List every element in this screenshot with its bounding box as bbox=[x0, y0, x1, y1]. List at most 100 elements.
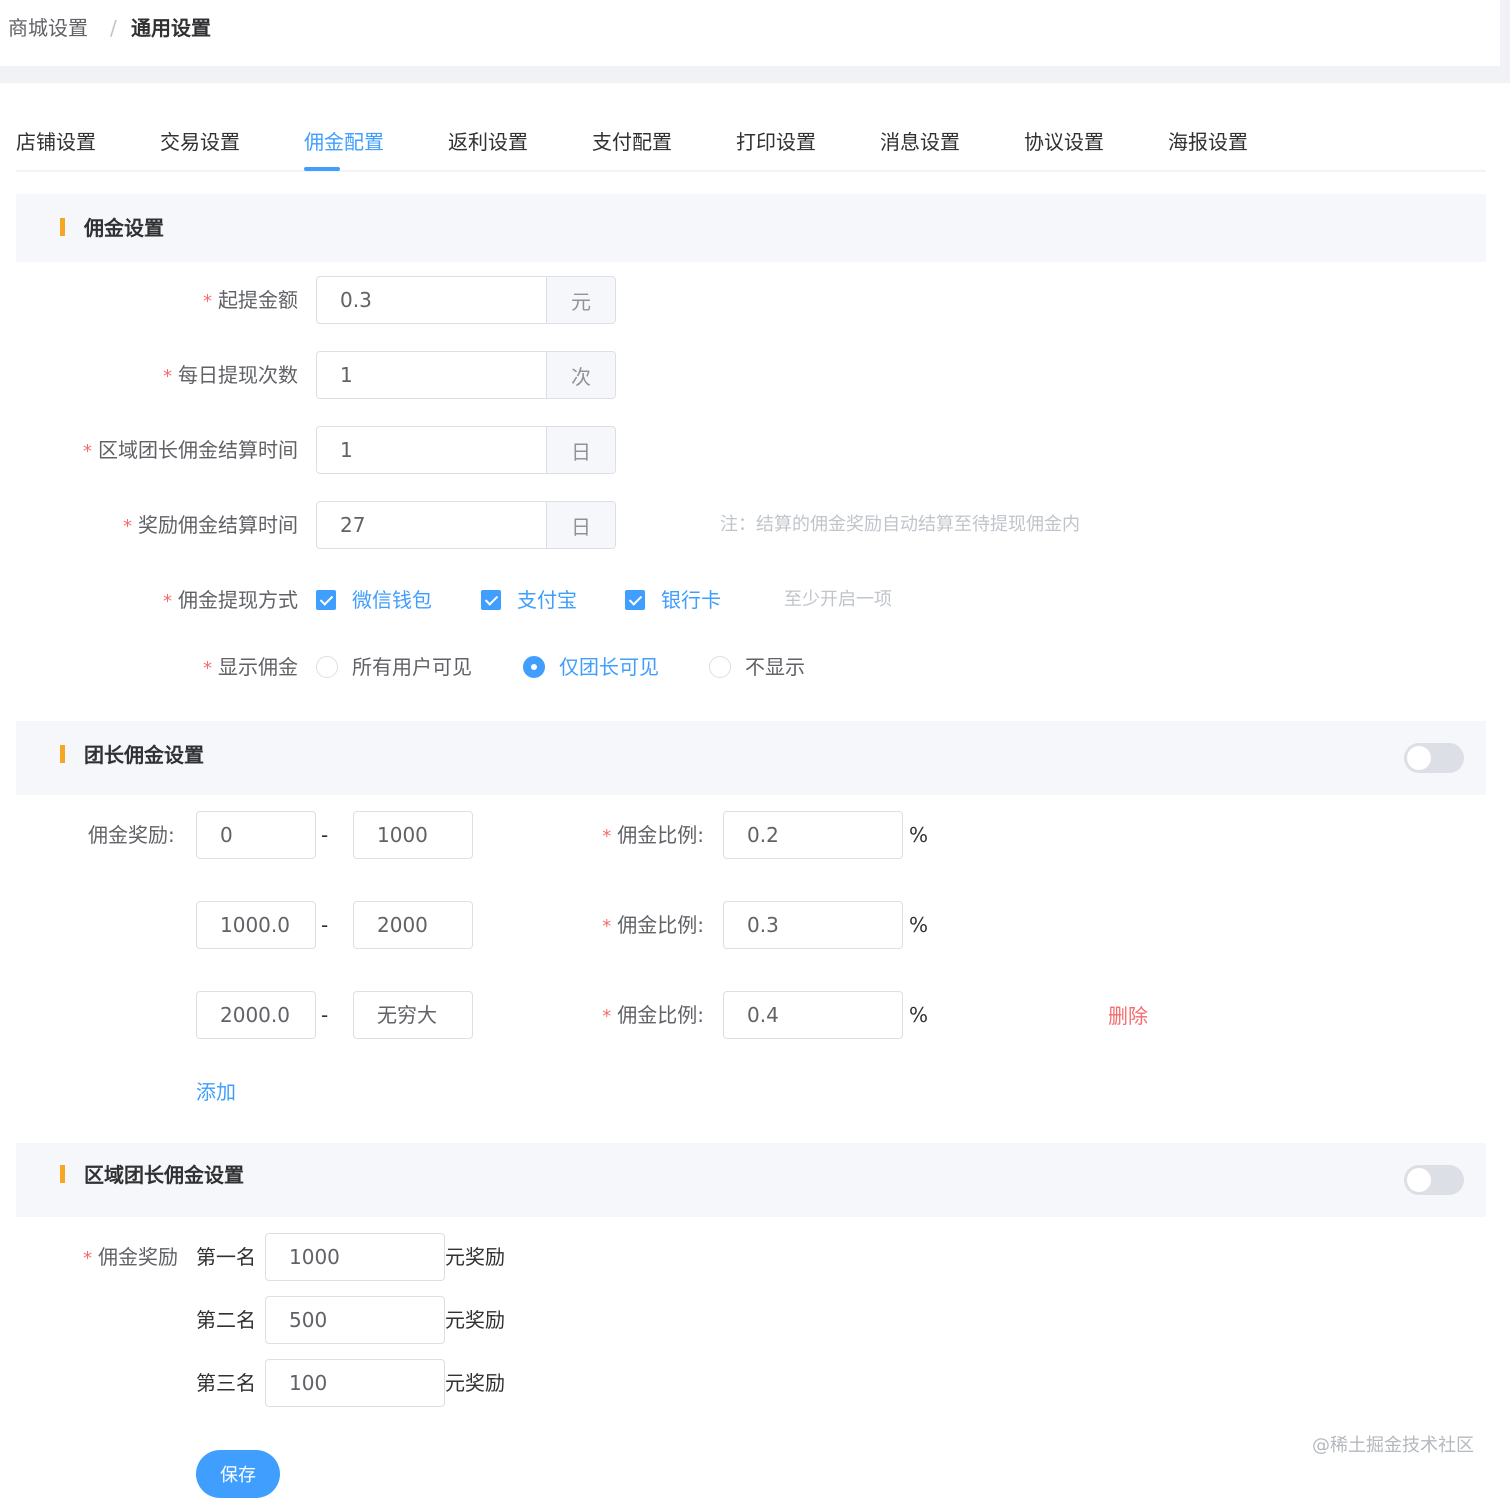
toggle-knob bbox=[1407, 746, 1431, 770]
tier-max-input[interactable] bbox=[353, 811, 473, 859]
display-none-label[interactable]: 不显示 bbox=[745, 653, 805, 681]
percent-sign: % bbox=[909, 823, 929, 847]
tier-min-input[interactable] bbox=[196, 811, 316, 859]
reward-settle-note: 注：结算的佣金奖励自动结算至待提现佣金内 bbox=[720, 514, 1080, 535]
tab-trade[interactable]: 交易设置 bbox=[160, 128, 240, 156]
tier-min-input[interactable] bbox=[196, 901, 316, 949]
add-tier-link[interactable]: 添加 bbox=[196, 1078, 236, 1106]
percent-sign: % bbox=[909, 913, 929, 937]
label-text: 每日提现次数 bbox=[178, 363, 298, 387]
label-text: 佣金比例: bbox=[617, 823, 704, 847]
tier-min-input[interactable] bbox=[196, 991, 316, 1039]
leader-section-header: 团长佣金设置 bbox=[16, 721, 1486, 795]
reward-settle-field: 日 bbox=[316, 501, 616, 549]
commission-section-header: 佣金设置 bbox=[16, 194, 1486, 262]
rate-label: * 佣金比例: bbox=[602, 821, 704, 851]
wechat-checkbox[interactable] bbox=[316, 590, 336, 610]
section-title: 佣金设置 bbox=[84, 216, 164, 240]
bankcard-checkbox[interactable] bbox=[625, 590, 645, 610]
region-commission-toggle[interactable] bbox=[1404, 1165, 1464, 1195]
section-accent-bar bbox=[60, 745, 65, 763]
rank-label: 第二名 bbox=[196, 1308, 256, 1332]
rate-label: * 佣金比例: bbox=[602, 1001, 704, 1031]
region-settle-field: 日 bbox=[316, 426, 616, 474]
unit-yuan: 元 bbox=[546, 277, 615, 323]
unit-day: 日 bbox=[546, 427, 615, 473]
required-mark: * bbox=[163, 591, 172, 612]
display-all-label[interactable]: 所有用户可见 bbox=[352, 653, 472, 681]
region-settle-input[interactable] bbox=[317, 427, 546, 473]
required-mark: * bbox=[163, 366, 172, 387]
daily-times-label: * 每日提现次数 bbox=[163, 361, 298, 391]
withdraw-method-hint: 至少开启一项 bbox=[784, 589, 892, 610]
header-divider bbox=[0, 66, 1510, 83]
reward-suffix: 元奖励 bbox=[445, 1308, 505, 1332]
min-withdraw-input[interactable] bbox=[317, 277, 546, 323]
reward-settle-input[interactable] bbox=[317, 502, 546, 548]
label-text: 佣金奖励 bbox=[98, 1245, 178, 1269]
region-reward-label: * 佣金奖励 bbox=[83, 1243, 178, 1273]
wechat-option-label[interactable]: 微信钱包 bbox=[352, 586, 432, 614]
tier-max-input[interactable] bbox=[353, 991, 473, 1039]
tab-rebate[interactable]: 返利设置 bbox=[448, 128, 528, 156]
required-mark: * bbox=[602, 826, 612, 847]
tab-poster[interactable]: 海报设置 bbox=[1168, 128, 1248, 156]
range-dash: - bbox=[321, 823, 329, 847]
rate-label: * 佣金比例: bbox=[602, 911, 704, 941]
display-none-radio[interactable] bbox=[709, 656, 731, 678]
display-leader-radio[interactable] bbox=[523, 656, 545, 678]
alipay-option-label[interactable]: 支付宝 bbox=[517, 586, 577, 614]
region-settle-label: * 区域团长佣金结算时间 bbox=[83, 436, 298, 466]
tier-rate-input[interactable] bbox=[723, 811, 903, 859]
tab-payment[interactable]: 支付配置 bbox=[592, 128, 672, 156]
min-withdraw-field: 元 bbox=[316, 276, 616, 324]
leader-reward-label: 佣金奖励: bbox=[88, 823, 175, 847]
section-accent-bar bbox=[60, 1165, 65, 1183]
breadcrumb-separator: / bbox=[110, 16, 117, 40]
active-tab-indicator bbox=[304, 167, 340, 171]
label-text: 奖励佣金结算时间 bbox=[138, 513, 298, 537]
rank-label: 第一名 bbox=[196, 1245, 256, 1269]
tab-commission[interactable]: 佣金配置 bbox=[304, 128, 384, 156]
tier-rate-input[interactable] bbox=[723, 901, 903, 949]
save-button[interactable]: 保存 bbox=[196, 1450, 280, 1498]
tier-max-input[interactable] bbox=[353, 901, 473, 949]
delete-tier-link[interactable]: 删除 bbox=[1108, 1002, 1148, 1030]
display-leader-label[interactable]: 仅团长可见 bbox=[559, 653, 659, 681]
toggle-knob bbox=[1407, 1168, 1431, 1192]
display-all-radio[interactable] bbox=[316, 656, 338, 678]
label-text: 显示佣金 bbox=[218, 655, 298, 679]
tab-print[interactable]: 打印设置 bbox=[736, 128, 816, 156]
daily-times-field: 次 bbox=[316, 351, 616, 399]
range-dash: - bbox=[321, 1003, 329, 1027]
reward-suffix: 元奖励 bbox=[445, 1371, 505, 1395]
display-commission-label: * 显示佣金 bbox=[203, 653, 298, 683]
label-text: 佣金比例: bbox=[617, 913, 704, 937]
daily-times-input[interactable] bbox=[317, 352, 546, 398]
label-text: 区域团长佣金结算时间 bbox=[98, 438, 298, 462]
region-section-header: 区域团长佣金设置 bbox=[16, 1143, 1486, 1217]
tab-message[interactable]: 消息设置 bbox=[880, 128, 960, 156]
tier-rate-input[interactable] bbox=[723, 991, 903, 1039]
label-text: 佣金提现方式 bbox=[178, 588, 298, 612]
percent-sign: % bbox=[909, 1003, 929, 1027]
tab-agreement[interactable]: 协议设置 bbox=[1024, 128, 1104, 156]
rank-reward-input[interactable] bbox=[265, 1359, 445, 1407]
label-text: 佣金比例: bbox=[617, 1003, 704, 1027]
required-mark: * bbox=[203, 291, 212, 312]
required-mark: * bbox=[83, 1248, 92, 1269]
rank-reward-input[interactable] bbox=[265, 1233, 445, 1281]
breadcrumb-parent[interactable]: 商城设置 bbox=[8, 15, 88, 41]
tab-store[interactable]: 店铺设置 bbox=[16, 128, 96, 156]
alipay-checkbox[interactable] bbox=[481, 590, 501, 610]
bankcard-option-label[interactable]: 银行卡 bbox=[661, 586, 721, 614]
min-withdraw-label: * 起提金额 bbox=[203, 286, 298, 316]
label-text: 起提金额 bbox=[218, 288, 298, 312]
section-title: 团长佣金设置 bbox=[84, 743, 204, 767]
leader-commission-toggle[interactable] bbox=[1404, 743, 1464, 773]
reward-suffix: 元奖励 bbox=[445, 1245, 505, 1269]
rank-reward-input[interactable] bbox=[265, 1296, 445, 1344]
section-title: 区域团长佣金设置 bbox=[84, 1163, 244, 1187]
withdraw-method-label: * 佣金提现方式 bbox=[163, 586, 298, 616]
rank-label: 第三名 bbox=[196, 1371, 256, 1395]
